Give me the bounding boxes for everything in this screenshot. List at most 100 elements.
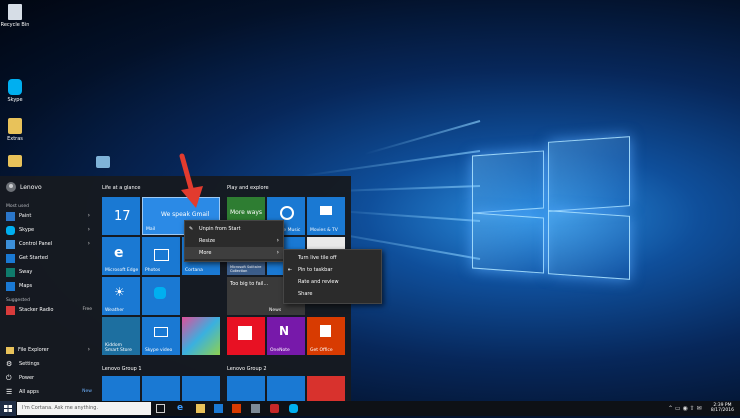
calendar-day: 17	[114, 209, 131, 224]
group-title-play: Play and explore	[227, 185, 269, 191]
app-maps[interactable]: Maps	[6, 280, 92, 292]
office-icon	[320, 325, 331, 337]
folder-icon	[6, 346, 14, 354]
tile-flipboard[interactable]	[227, 317, 265, 355]
flipboard-icon	[238, 326, 252, 340]
sway-icon	[6, 267, 15, 277]
tile-photos[interactable]: Photos	[142, 237, 180, 275]
file-explorer-icon[interactable]	[196, 404, 205, 413]
menu-item-more[interactable]: More ›	[185, 247, 283, 259]
chevron-right-icon: ›	[276, 249, 279, 256]
menu-item-share[interactable]: Share	[284, 288, 381, 300]
taskbar: I'm Cortana. Ask me anything. e ⌃ ▭ ◉ ⇧ …	[0, 401, 740, 416]
folder-icon	[8, 155, 22, 167]
onenote-icon: N	[279, 324, 290, 338]
windows-start-icon	[4, 405, 12, 412]
tile-lenovo-5[interactable]	[267, 376, 305, 401]
tile-paint-3d[interactable]	[182, 317, 220, 355]
user-account[interactable]: Lenovo	[6, 182, 42, 192]
chevron-right-icon: ›	[276, 237, 279, 244]
maps-icon	[6, 281, 15, 291]
avatar	[6, 182, 16, 192]
video-camera-icon	[154, 327, 168, 337]
radio-icon	[6, 305, 15, 315]
system-tray-icons[interactable]: ⌃ ▭ ◉ ⇧ ✉	[668, 405, 702, 412]
store-icon[interactable]	[214, 404, 223, 413]
sun-icon: ☀	[114, 285, 125, 299]
app-skype[interactable]: Skype ›	[6, 224, 92, 236]
desktop-icon-get-help[interactable]	[88, 156, 118, 170]
menu-item-resize[interactable]: Resize ›	[185, 235, 283, 247]
desktop-icon-lenovo[interactable]	[0, 155, 30, 169]
tile-skype-video[interactable]: Skype video	[142, 317, 180, 355]
new-badge: New	[82, 389, 92, 394]
tile-skype-preview[interactable]	[142, 277, 180, 315]
folder-icon	[8, 118, 22, 134]
menu-item-rate-and-review[interactable]: Rate and review	[284, 276, 381, 288]
help-icon	[96, 156, 110, 168]
tile-lenovo-1[interactable]	[102, 376, 140, 401]
desktop-icon-recycle-bin[interactable]: Recycle Bin	[0, 4, 30, 28]
skype-icon	[154, 287, 166, 299]
tile-lenovo-3[interactable]	[182, 376, 220, 401]
clapper-icon	[320, 206, 332, 215]
more-submenu: Turn live tile off ⇤ Pin to taskbar Rate…	[283, 249, 382, 304]
task-view-icon[interactable]	[156, 404, 165, 413]
group-title-lenovo1: Lenovo Group 1	[102, 366, 142, 372]
suggested-heading: Suggested	[6, 298, 30, 303]
gear-icon: ⚙	[6, 360, 13, 368]
photos-icon	[154, 249, 169, 261]
group-title-life: Life at a glance	[102, 185, 141, 191]
office-icon[interactable]	[232, 404, 241, 413]
paint-icon	[6, 211, 15, 221]
unpin-icon: ✎	[189, 226, 194, 232]
chevron-right-icon: ›	[87, 346, 90, 353]
tile-context-menu: ✎ Unpin from Start Resize › More ›	[184, 220, 284, 262]
menu-item-unpin[interactable]: ✎ Unpin from Start	[185, 223, 283, 235]
app-stacker-radio[interactable]: Stacker Radio Free	[6, 304, 92, 316]
power-button[interactable]: ⏻ Power	[6, 372, 92, 384]
most-used-heading: Most used	[6, 204, 29, 209]
start-button[interactable]	[0, 401, 16, 416]
menu-item-turn-live-tile-off[interactable]: Turn live tile off	[284, 252, 381, 264]
windows-logo	[470, 133, 630, 280]
settings-button[interactable]: ⚙ Settings	[6, 358, 92, 370]
app-paint[interactable]: Paint ›	[6, 210, 92, 222]
mcafee-icon[interactable]	[270, 404, 279, 413]
tile-lenovo-4[interactable]	[227, 376, 265, 401]
system-clock[interactable]: 2:39 PM 8/17/2016	[711, 403, 734, 413]
skype-icon	[6, 225, 15, 235]
recycle-bin-icon	[8, 4, 22, 20]
skype-icon[interactable]	[289, 404, 298, 413]
edge-icon[interactable]: e	[177, 404, 186, 413]
cortana-search-box[interactable]: I'm Cortana. Ask me anything.	[17, 402, 151, 415]
desktop-icon-extras[interactable]: Extras	[0, 118, 30, 142]
app-get-started[interactable]: Get Started	[6, 252, 92, 264]
red-arrow-annotation	[179, 153, 203, 208]
chevron-right-icon: ›	[87, 226, 90, 233]
tile-onenote[interactable]: N OneNote	[267, 317, 305, 355]
file-explorer-button[interactable]: File Explorer ›	[6, 344, 92, 356]
tile-get-office[interactable]: Get Office	[307, 317, 345, 355]
music-disc-icon	[280, 206, 294, 220]
tile-movies-tv[interactable]: Movies & TV	[307, 197, 345, 235]
tile-kiddom[interactable]: Kiddom Smart Store	[102, 317, 140, 355]
tile-weather[interactable]: ☀ Weather	[102, 277, 140, 315]
pin-icon: ⇤	[288, 267, 293, 273]
app-control-panel[interactable]: Control Panel ›	[6, 238, 92, 250]
tile-edge[interactable]: e Microsoft Edge	[102, 237, 140, 275]
menu-item-pin-to-taskbar[interactable]: ⇤ Pin to taskbar	[284, 264, 381, 276]
app-sway[interactable]: Sway	[6, 266, 92, 278]
tile-calendar[interactable]: 17	[102, 197, 140, 235]
start-left-column: Lenovo Most used Paint › Skype › Control…	[0, 176, 96, 401]
all-apps-button[interactable]: ☰ All apps New	[6, 386, 92, 398]
tile-lenovo-6[interactable]	[307, 376, 345, 401]
app-icon[interactable]	[251, 404, 260, 413]
chevron-right-icon: ›	[87, 212, 90, 219]
desktop-icon-skype[interactable]: Skype	[0, 79, 30, 103]
control-panel-icon	[6, 239, 15, 249]
user-name: Lenovo	[20, 183, 42, 191]
chevron-right-icon: ›	[87, 240, 90, 247]
free-badge: Free	[82, 307, 92, 312]
tile-lenovo-2[interactable]	[142, 376, 180, 401]
